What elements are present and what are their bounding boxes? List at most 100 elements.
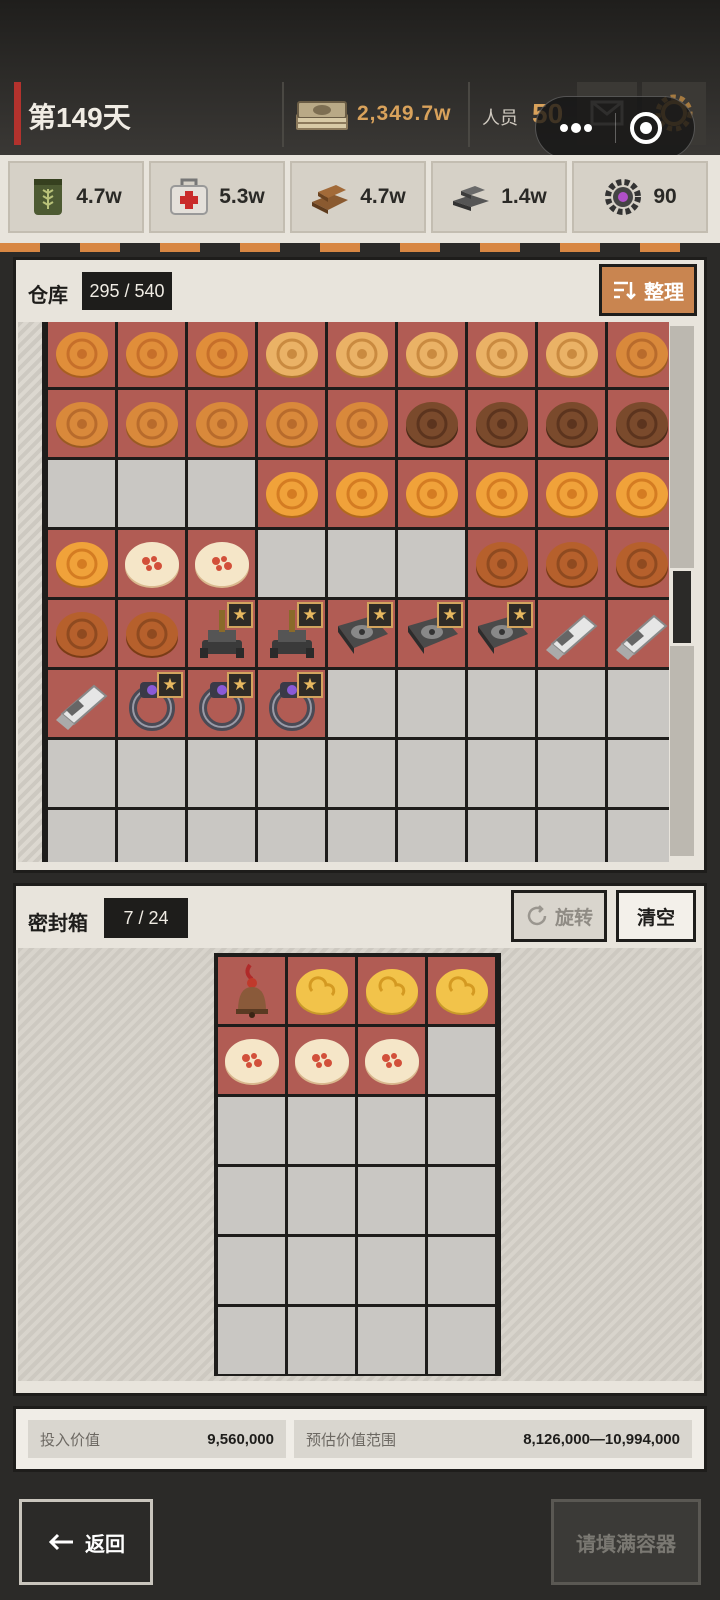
- warehouse-empty-slot[interactable]: [48, 810, 115, 862]
- sealed-empty-slot[interactable]: [428, 1167, 495, 1234]
- back-button[interactable]: 返回: [19, 1499, 153, 1585]
- sealed-empty-slot[interactable]: [428, 1237, 495, 1304]
- sealed-item-bell[interactable]: [218, 957, 285, 1024]
- warehouse-empty-slot[interactable]: [48, 740, 115, 807]
- resource-wood[interactable]: 4.7w: [290, 161, 426, 233]
- sealed-empty-slot[interactable]: [218, 1097, 285, 1164]
- warehouse-item-mooncake-brown[interactable]: [608, 530, 669, 597]
- resource-core[interactable]: 90: [572, 161, 708, 233]
- warehouse-empty-slot[interactable]: [608, 740, 669, 807]
- warehouse-item-mooncake-flower[interactable]: [608, 322, 669, 387]
- warehouse-empty-slot[interactable]: [48, 460, 115, 527]
- sealed-empty-slot[interactable]: [428, 1097, 495, 1164]
- warehouse-item-ring[interactable]: ★: [118, 670, 185, 737]
- warehouse-empty-slot[interactable]: [398, 530, 465, 597]
- warehouse-item-mooncake-swirl[interactable]: [118, 322, 185, 387]
- warehouse-item-mooncake-dark[interactable]: [468, 390, 535, 457]
- sealed-item-mooncake-cloud[interactable]: [358, 957, 425, 1024]
- warehouse-item-pastry-white[interactable]: [188, 530, 255, 597]
- warehouse-item-mooncake-dark[interactable]: [538, 390, 605, 457]
- sealed-empty-slot[interactable]: [218, 1307, 285, 1374]
- warehouse-item-mooncake-dark[interactable]: [398, 390, 465, 457]
- warehouse-empty-slot[interactable]: [328, 740, 395, 807]
- sealed-empty-slot[interactable]: [218, 1167, 285, 1234]
- warehouse-item-mooncake-flower[interactable]: [328, 390, 395, 457]
- warehouse-item-mooncake-swirl[interactable]: [188, 322, 255, 387]
- sealed-empty-slot[interactable]: [288, 1307, 355, 1374]
- warehouse-item-mooncake-sun[interactable]: [328, 460, 395, 527]
- warehouse-item-mooncake-flower[interactable]: [258, 390, 325, 457]
- sealed-empty-slot[interactable]: [428, 1027, 495, 1094]
- warehouse-item-mooncake-golden[interactable]: [538, 322, 605, 387]
- warehouse-empty-slot[interactable]: [398, 810, 465, 862]
- fill-container-button[interactable]: 请填满容器: [551, 1499, 701, 1585]
- resource-medicine[interactable]: 5.3w: [149, 161, 285, 233]
- warehouse-empty-slot[interactable]: [188, 460, 255, 527]
- sealed-empty-slot[interactable]: [288, 1167, 355, 1234]
- rotate-button[interactable]: 旋转: [511, 890, 607, 942]
- warehouse-empty-slot[interactable]: [328, 810, 395, 862]
- sealed-empty-slot[interactable]: [358, 1167, 425, 1234]
- clear-button[interactable]: 清空: [616, 890, 696, 942]
- warehouse-item-ring[interactable]: ★: [188, 670, 255, 737]
- warehouse-empty-slot[interactable]: [188, 810, 255, 862]
- sealed-item-pastry-white[interactable]: [218, 1027, 285, 1094]
- warehouse-empty-slot[interactable]: [118, 740, 185, 807]
- sealed-empty-slot[interactable]: [218, 1237, 285, 1304]
- warehouse-item-mooncake-flower[interactable]: [118, 390, 185, 457]
- warehouse-item-mooncake-golden[interactable]: [328, 322, 395, 387]
- warehouse-empty-slot[interactable]: [608, 670, 669, 737]
- warehouse-item-mooncake-flower[interactable]: [188, 390, 255, 457]
- warehouse-empty-slot[interactable]: [258, 810, 325, 862]
- warehouse-empty-slot[interactable]: [468, 810, 535, 862]
- warehouse-empty-slot[interactable]: [328, 530, 395, 597]
- sealed-empty-slot[interactable]: [288, 1237, 355, 1304]
- warehouse-item-pastry-white[interactable]: [118, 530, 185, 597]
- warehouse-empty-slot[interactable]: [188, 740, 255, 807]
- warehouse-empty-slot[interactable]: [328, 670, 395, 737]
- warehouse-empty-slot[interactable]: [118, 460, 185, 527]
- warehouse-item-mooncake-sun[interactable]: [608, 460, 669, 527]
- warehouse-item-mooncake-sun[interactable]: [258, 460, 325, 527]
- sealed-item-pastry-white[interactable]: [358, 1027, 425, 1094]
- warehouse-item-hdd[interactable]: ★: [328, 600, 395, 667]
- warehouse-empty-slot[interactable]: [398, 740, 465, 807]
- warehouse-empty-slot[interactable]: [538, 740, 605, 807]
- warehouse-item-mooncake-golden[interactable]: [398, 322, 465, 387]
- warehouse-empty-slot[interactable]: [538, 810, 605, 862]
- scrollbar-thumb[interactable]: [670, 568, 694, 646]
- warehouse-empty-slot[interactable]: [538, 670, 605, 737]
- sealed-empty-slot[interactable]: [358, 1097, 425, 1164]
- warehouse-item-usb-drive[interactable]: [608, 600, 669, 667]
- warehouse-item-mooncake-sun[interactable]: [468, 460, 535, 527]
- tidy-button[interactable]: 整理: [599, 264, 697, 316]
- warehouse-item-turret[interactable]: ★: [188, 600, 255, 667]
- warehouse-item-turret[interactable]: ★: [258, 600, 325, 667]
- warehouse-empty-slot[interactable]: [608, 810, 669, 862]
- warehouse-item-mooncake-brown[interactable]: [118, 600, 185, 667]
- warehouse-item-hdd[interactable]: ★: [468, 600, 535, 667]
- warehouse-empty-slot[interactable]: [398, 670, 465, 737]
- warehouse-item-mooncake-swirl[interactable]: [48, 322, 115, 387]
- warehouse-item-ring[interactable]: ★: [258, 670, 325, 737]
- sealed-empty-slot[interactable]: [358, 1237, 425, 1304]
- sealed-item-mooncake-cloud[interactable]: [428, 957, 495, 1024]
- warehouse-empty-slot[interactable]: [258, 530, 325, 597]
- sealed-empty-slot[interactable]: [288, 1097, 355, 1164]
- warehouse-item-mooncake-brown[interactable]: [538, 530, 605, 597]
- sealed-item-pastry-white[interactable]: [288, 1027, 355, 1094]
- warehouse-item-usb-drive[interactable]: [538, 600, 605, 667]
- warehouse-item-mooncake-sun[interactable]: [48, 530, 115, 597]
- warehouse-empty-slot[interactable]: [258, 740, 325, 807]
- warehouse-item-mooncake-dark[interactable]: [608, 390, 669, 457]
- warehouse-item-mooncake-brown[interactable]: [468, 530, 535, 597]
- warehouse-empty-slot[interactable]: [468, 740, 535, 807]
- close-program-icon[interactable]: [628, 110, 664, 146]
- warehouse-item-mooncake-sun[interactable]: [398, 460, 465, 527]
- resource-steel[interactable]: 1.4w: [431, 161, 567, 233]
- warehouse-item-mooncake-sun[interactable]: [538, 460, 605, 527]
- warehouse-empty-slot[interactable]: [118, 810, 185, 862]
- sealed-empty-slot[interactable]: [358, 1307, 425, 1374]
- warehouse-item-hdd[interactable]: ★: [398, 600, 465, 667]
- sealed-item-mooncake-cloud[interactable]: [288, 957, 355, 1024]
